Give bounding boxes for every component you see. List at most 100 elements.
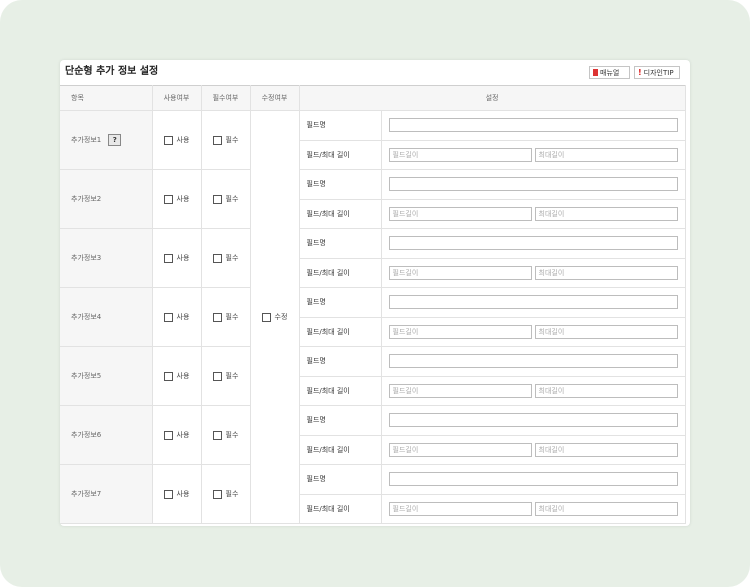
field-length-cell: 필드길이 최대길이 <box>381 258 686 288</box>
field-name-input[interactable] <box>388 118 678 133</box>
item-name: 추가정보4 <box>71 313 102 321</box>
required-checkbox[interactable] <box>212 135 222 145</box>
required-cell: 필수 <box>201 464 251 524</box>
field-name-cell <box>381 110 686 141</box>
table-row: 추가정보4 사용 필수 필드명 <box>60 287 686 347</box>
edit-checkbox[interactable] <box>261 312 271 322</box>
table-header-row: 항목 사용여부 필수여부 수정여부 설정 <box>60 85 686 111</box>
required-cell: 필수 <box>201 169 251 229</box>
header-settings: 설정 <box>299 85 686 111</box>
required-label: 필수 <box>225 195 239 203</box>
use-label: 사용 <box>176 313 190 321</box>
max-length-input[interactable]: 최대길이 <box>534 383 678 398</box>
field-length-input[interactable]: 필드길이 <box>388 147 532 162</box>
field-name-input[interactable] <box>388 472 678 487</box>
use-label: 사용 <box>176 431 190 439</box>
use-checkbox[interactable] <box>163 430 173 440</box>
required-cell: 필수 <box>201 405 251 465</box>
item-name-cell: 추가정보6 <box>60 405 153 465</box>
field-name-cell <box>381 346 686 377</box>
max-length-input[interactable]: 최대길이 <box>534 324 678 339</box>
required-checkbox[interactable] <box>212 430 222 440</box>
use-checkbox[interactable] <box>163 135 173 145</box>
field-name-input[interactable] <box>388 236 678 251</box>
use-label: 사용 <box>176 136 190 144</box>
field-max-length-label: 필드/최대 길이 <box>299 140 382 170</box>
design-tip-button[interactable]: ! 디자인TIP <box>634 66 680 79</box>
required-checkbox[interactable] <box>212 489 222 499</box>
use-checkbox[interactable] <box>163 371 173 381</box>
design-tip-button-label: 디자인TIP <box>643 68 674 77</box>
item-name: 추가정보6 <box>71 431 102 439</box>
use-checkbox[interactable] <box>163 194 173 204</box>
manual-button[interactable]: 매뉴얼 <box>589 66 630 79</box>
field-length-input[interactable]: 필드길이 <box>388 383 532 398</box>
item-name: 추가정보2 <box>71 195 102 203</box>
edit-label: 수정 <box>274 313 288 321</box>
field-length-input[interactable]: 필드길이 <box>388 324 532 339</box>
item-name-cell: 추가정보1? <box>60 110 153 170</box>
field-max-length-label: 필드/최대 길이 <box>299 376 382 406</box>
document-icon <box>593 69 598 76</box>
field-name-input[interactable] <box>388 354 678 369</box>
item-name-cell: 추가정보4 <box>60 287 153 347</box>
field-name-input[interactable] <box>388 177 678 192</box>
exclamation-icon: ! <box>638 67 642 77</box>
field-max-length-label: 필드/최대 길이 <box>299 317 382 347</box>
max-length-input[interactable]: 최대길이 <box>534 442 678 457</box>
required-label: 필수 <box>225 313 239 321</box>
field-length-input[interactable]: 필드길이 <box>388 501 532 516</box>
table-row: 추가정보7 사용 필수 필드명 <box>60 464 686 524</box>
table-row: 추가정보6 사용 필수 필드명 <box>60 405 686 465</box>
field-name-cell <box>381 228 686 259</box>
required-label: 필수 <box>225 490 239 498</box>
field-length-cell: 필드길이 최대길이 <box>381 376 686 406</box>
use-checkbox[interactable] <box>163 489 173 499</box>
help-button[interactable]: ? <box>108 134 122 146</box>
required-label: 필수 <box>225 372 239 380</box>
item-name-cell: 추가정보3 <box>60 228 153 288</box>
page-title: 단순형 추가 정보 설정 <box>65 66 159 77</box>
table-row: 추가정보2 사용 필수 필드명 <box>60 169 686 229</box>
field-length-input[interactable]: 필드길이 <box>388 206 532 221</box>
required-checkbox[interactable] <box>212 253 222 263</box>
use-cell: 사용 <box>152 169 202 229</box>
field-max-length-label: 필드/최대 길이 <box>299 494 382 524</box>
max-length-input[interactable]: 최대길이 <box>534 206 678 221</box>
field-name-label: 필드명 <box>299 405 382 436</box>
use-cell: 사용 <box>152 110 202 170</box>
required-checkbox[interactable] <box>212 312 222 322</box>
field-name-input[interactable] <box>388 295 678 310</box>
max-length-input[interactable]: 최대길이 <box>534 265 678 280</box>
required-label: 필수 <box>225 431 239 439</box>
field-length-input[interactable]: 필드길이 <box>388 265 532 280</box>
use-cell: 사용 <box>152 287 202 347</box>
item-name-cell: 추가정보2 <box>60 169 153 229</box>
table-row: 추가정보1? 사용 필수 수정 필드명 <box>60 110 686 524</box>
max-length-input[interactable]: 최대길이 <box>534 501 678 516</box>
required-checkbox[interactable] <box>212 194 222 204</box>
field-length-cell: 필드길이 최대길이 <box>381 317 686 347</box>
field-max-length-label: 필드/최대 길이 <box>299 199 382 229</box>
use-checkbox[interactable] <box>163 253 173 263</box>
table-row: 추가정보3 사용 필수 필드명 <box>60 228 686 288</box>
use-cell: 사용 <box>152 405 202 465</box>
use-label: 사용 <box>176 254 190 262</box>
item-name: 추가정보7 <box>71 490 102 498</box>
field-name-label: 필드명 <box>299 464 382 495</box>
required-cell: 필수 <box>201 346 251 406</box>
table-row: 추가정보5 사용 필수 필드명 <box>60 346 686 406</box>
field-name-input[interactable] <box>388 413 678 428</box>
field-name-label: 필드명 <box>299 346 382 377</box>
max-length-input[interactable]: 최대길이 <box>534 147 678 162</box>
use-label: 사용 <box>176 372 190 380</box>
field-name-cell <box>381 287 686 318</box>
required-checkbox[interactable] <box>212 371 222 381</box>
field-length-cell: 필드길이 최대길이 <box>381 435 686 465</box>
field-length-cell: 필드길이 최대길이 <box>381 199 686 229</box>
header-edit: 수정여부 <box>250 85 300 111</box>
field-max-length-label: 필드/최대 길이 <box>299 435 382 465</box>
use-checkbox[interactable] <box>163 312 173 322</box>
header-item: 항목 <box>60 85 153 111</box>
field-length-input[interactable]: 필드길이 <box>388 442 532 457</box>
